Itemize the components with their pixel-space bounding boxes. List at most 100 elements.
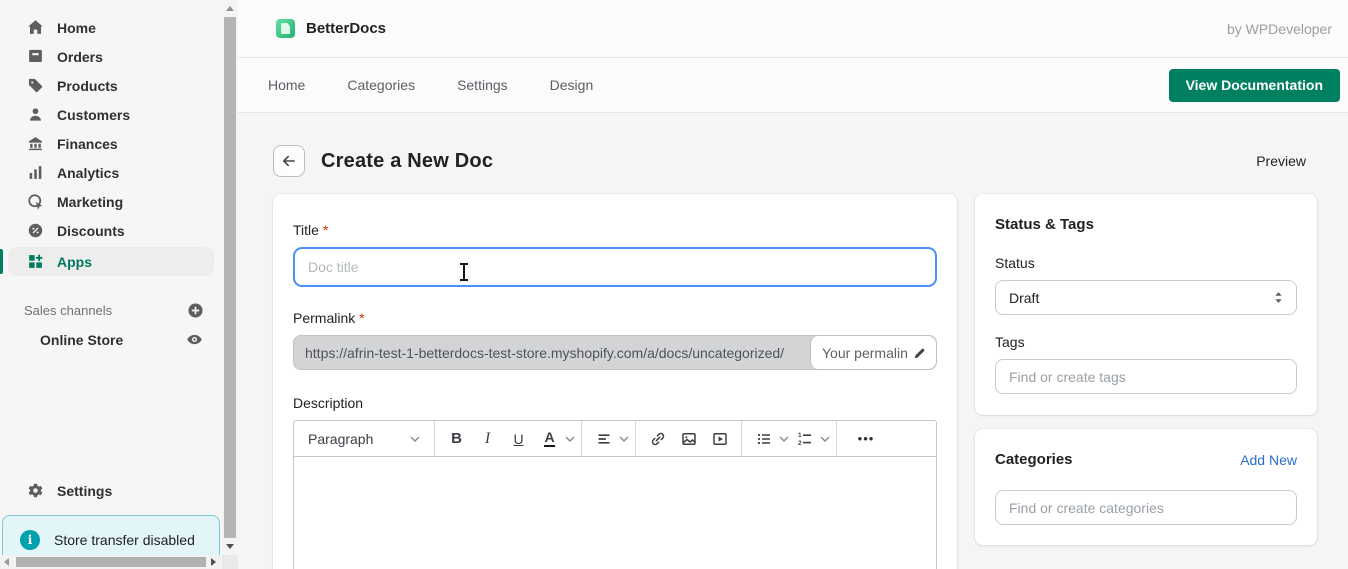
categories-input[interactable] (995, 490, 1297, 525)
underline-button[interactable]: U (503, 421, 534, 456)
main-area: BetterDocs by WPDeveloper Home Categorie… (238, 0, 1348, 569)
paragraph-style-dropdown[interactable]: Paragraph (294, 421, 434, 456)
bullet-list-button[interactable] (748, 421, 779, 456)
scroll-up-arrow-icon[interactable] (226, 6, 234, 11)
chevron-down-icon[interactable] (779, 435, 789, 442)
tags-input[interactable] (995, 359, 1297, 394)
permalink-edit-field[interactable]: Your permalink (810, 336, 936, 369)
sidebar-item-label: Settings (57, 482, 113, 499)
finances-icon (27, 135, 44, 152)
orders-icon (27, 48, 44, 65)
permalink-label: Permalink * (293, 310, 937, 326)
scroll-left-arrow-icon[interactable] (4, 558, 9, 566)
sidebar-item-analytics[interactable]: Analytics (0, 158, 222, 187)
description-textarea[interactable] (294, 457, 936, 569)
sidebar-item-apps[interactable]: Apps (0, 247, 214, 276)
app-name: BetterDocs (306, 20, 387, 37)
sidebar-item-orders[interactable]: Orders (0, 42, 222, 71)
horizontal-scrollbar-thumb[interactable] (16, 557, 206, 567)
tags-label: Tags (995, 334, 1025, 350)
add-channel-icon[interactable] (187, 302, 204, 319)
permalink-group: Permalink * https://afrin-test-1-betterd… (293, 310, 937, 370)
sidebar-item-settings[interactable]: Settings (0, 476, 222, 505)
banner-text: Store transfer disabled (54, 532, 195, 548)
image-icon (681, 432, 696, 445)
chevron-down-icon[interactable] (820, 435, 830, 442)
more-options-button[interactable]: ••• (837, 421, 895, 456)
right-column: Status & Tags Status Draft Tags Find or … (975, 194, 1317, 545)
stepper-icon (1275, 292, 1282, 303)
tags-group: Tags (995, 334, 1297, 394)
sales-channels-row: Sales channels (24, 302, 204, 319)
view-documentation-button[interactable]: View Documentation (1168, 68, 1340, 102)
insert-image-button[interactable] (673, 421, 704, 456)
required-asterisk: * (359, 310, 365, 326)
add-new-category-link[interactable]: Add New (1240, 452, 1297, 468)
sidebar-item-finances[interactable]: Finances (0, 129, 222, 158)
back-button[interactable] (273, 145, 305, 177)
scrollbar-corner (222, 555, 238, 569)
insert-video-button[interactable] (704, 421, 735, 456)
list-group: 12 (742, 421, 836, 456)
sidebar-item-label: Online Store (40, 331, 124, 348)
scroll-down-arrow-icon[interactable] (226, 544, 234, 549)
eye-icon[interactable] (186, 331, 203, 348)
gear-icon (27, 482, 44, 499)
tab-design[interactable]: Design (550, 77, 594, 93)
permalink-placeholder: Your permalink (822, 344, 908, 361)
app-nav: Home Categories Settings Design View Doc… (238, 58, 1348, 113)
numbered-list-button[interactable]: 12 (789, 421, 820, 456)
byline: by WPDeveloper (1226, 20, 1332, 37)
page-body: Create a New Doc Preview Title * Permali… (238, 113, 1348, 569)
status-select[interactable]: Draft (995, 280, 1297, 315)
svg-text:1: 1 (798, 432, 802, 439)
paragraph-style-value: Paragraph (308, 430, 374, 447)
insert-link-button[interactable] (642, 421, 673, 456)
italic-button[interactable]: I (472, 421, 503, 456)
info-icon: i (20, 530, 40, 550)
sidebar-item-marketing[interactable]: Marketing (0, 187, 222, 216)
align-left-button[interactable] (588, 421, 619, 456)
sidebar-item-label: Discounts (57, 222, 125, 239)
video-icon (712, 432, 727, 445)
sales-channels-label: Sales channels (24, 303, 113, 318)
sidebar-item-home[interactable]: Home (0, 13, 222, 42)
scroll-right-arrow-icon[interactable] (211, 558, 216, 566)
bold-button[interactable]: B (441, 421, 472, 456)
tab-categories[interactable]: Categories (347, 77, 415, 93)
content-columns: Title * Permalink * https://afrin-test-1… (273, 194, 1317, 569)
tab-home[interactable]: Home (268, 77, 305, 93)
chevron-down-icon[interactable] (619, 435, 629, 442)
required-asterisk: * (322, 222, 329, 238)
vertical-scrollbar[interactable] (222, 0, 238, 569)
vertical-scrollbar-thumb[interactable] (224, 17, 236, 538)
text-format-group: B I U A (435, 421, 581, 456)
status-tags-heading: Status & Tags (995, 216, 1094, 233)
categories-card: Categories Add New (975, 429, 1317, 545)
tab-settings[interactable]: Settings (457, 77, 508, 93)
apps-icon (27, 253, 44, 270)
status-tags-card: Status & Tags Status Draft Tags (975, 194, 1317, 415)
edit-pencil-icon (913, 346, 927, 360)
sidebar-item-products[interactable]: Products (0, 71, 222, 100)
discounts-icon (27, 222, 44, 239)
text-color-button[interactable]: A (544, 430, 555, 447)
chevron-down-icon[interactable] (565, 435, 575, 442)
link-icon (651, 432, 664, 445)
sidebar-item-label: Finances (57, 135, 118, 152)
numbered-list-icon: 12 (798, 432, 811, 447)
preview-link[interactable]: Preview (1256, 153, 1306, 169)
editor-toolbar: Paragraph B I U A 1 2 ••• (294, 421, 936, 457)
sidebar-item-label: Orders (57, 48, 103, 65)
marketing-icon (27, 193, 44, 210)
sidebar-item-discounts[interactable]: Discounts (0, 216, 222, 245)
chevron-down-icon (410, 435, 420, 442)
page-title: Create a New Doc (321, 149, 494, 172)
horizontal-scrollbar[interactable] (0, 555, 222, 569)
permalink-label-text: Permalink (293, 310, 356, 326)
doc-title-input[interactable] (293, 247, 937, 287)
sidebar-item-online-store[interactable]: Online Store (0, 325, 222, 359)
analytics-icon (27, 164, 44, 181)
status-label: Status (995, 255, 1035, 271)
sidebar-item-customers[interactable]: Customers (0, 100, 222, 129)
